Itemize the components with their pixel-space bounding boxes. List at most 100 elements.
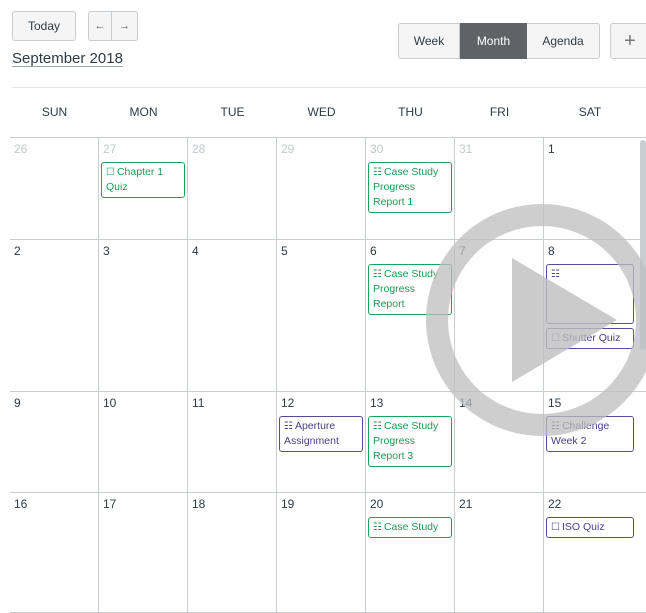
day-cell[interactable]: 9 (10, 392, 99, 492)
day-cell[interactable]: 10 (99, 392, 188, 492)
plus-icon: + (624, 29, 636, 52)
day-cell[interactable]: 7 (455, 240, 544, 391)
event-list: ☷ Aperture Assignment (277, 416, 365, 452)
calendar-event[interactable]: ☷ (546, 264, 634, 324)
day-number[interactable]: 26 (14, 142, 27, 156)
calendar-event[interactable]: ☷ Case Study (368, 517, 452, 538)
day-cell[interactable]: 3 (99, 240, 188, 391)
day-number[interactable]: 14 (459, 396, 472, 410)
day-number[interactable]: 9 (14, 396, 21, 410)
day-cell[interactable]: 30 ☷ Case Study Progress Report 1 (366, 138, 455, 239)
quiz-icon: ☐ (106, 167, 115, 178)
next-month-button[interactable]: → (112, 11, 138, 41)
calendar-event[interactable]: ☷ Case Study Progress Report 1 (368, 162, 452, 213)
day-number[interactable]: 1 (548, 142, 555, 156)
scrollbar-thumb[interactable] (640, 140, 646, 350)
day-cell[interactable]: 15 ☷ Challenge Week 2 (544, 392, 636, 492)
calendar-event[interactable]: ☷ Challenge Week 2 (546, 416, 634, 452)
view-agenda-button[interactable]: Agenda (527, 23, 600, 59)
day-number[interactable]: 4 (192, 244, 199, 258)
day-number[interactable]: 11 (192, 396, 204, 410)
day-cell[interactable]: 28 (188, 138, 277, 239)
month-title[interactable]: September 2018 (12, 50, 123, 67)
day-cell[interactable]: 13 ☷ Case Study Progress Report 3 (366, 392, 455, 492)
previous-month-button[interactable]: ← (88, 11, 112, 41)
calendar-event[interactable]: ☷ Case Study Progress Report 3 (368, 416, 452, 467)
event-title: Case Study Progress Report (373, 268, 439, 310)
view-month-button[interactable]: Month (460, 23, 527, 59)
event-list: ☷ Case Study Progress Report (366, 264, 454, 315)
day-number[interactable]: 30 (370, 142, 383, 156)
day-cell[interactable]: 5 (277, 240, 366, 391)
calendar-event[interactable]: ☷ Case Study Progress Report (368, 264, 452, 315)
quiz-icon: ☐ (551, 522, 560, 533)
calendar-event[interactable]: ☐ Shutter Quiz (546, 328, 634, 349)
day-number[interactable]: 18 (192, 497, 205, 511)
day-number[interactable]: 7 (459, 244, 466, 258)
day-cell[interactable]: 4 (188, 240, 277, 391)
day-number[interactable]: 15 (548, 396, 561, 410)
assignment-icon: ☷ (373, 167, 382, 178)
event-title: Case Study Progress Report 1 (373, 166, 439, 208)
day-number[interactable]: 17 (103, 497, 116, 511)
day-number[interactable]: 2 (14, 244, 21, 258)
day-number[interactable]: 19 (281, 497, 294, 511)
day-number[interactable]: 5 (281, 244, 288, 258)
weekday-header-sat: SAT (578, 105, 602, 119)
day-number[interactable]: 8 (548, 244, 555, 258)
day-cell[interactable]: 31 (455, 138, 544, 239)
weekday-header-tue: TUE (220, 105, 245, 119)
day-number[interactable]: 10 (103, 396, 116, 410)
day-number[interactable]: 22 (548, 497, 561, 511)
day-cell[interactable]: 6 ☷ Case Study Progress Report (366, 240, 455, 391)
month-grid: SUN MON TUE WED THU FRI SAT 26 27 ☐ Chapter 1 Qui… (10, 88, 646, 613)
day-cell[interactable]: 16 (10, 493, 99, 612)
day-number[interactable]: 6 (370, 244, 377, 258)
day-cell[interactable]: 29 (277, 138, 366, 239)
day-number[interactable]: 3 (103, 244, 110, 258)
day-cell[interactable]: 21 (455, 493, 544, 612)
assignment-icon: ☷ (551, 421, 560, 432)
day-cell[interactable]: 2 (10, 240, 99, 391)
day-number[interactable]: 28 (192, 142, 205, 156)
weekday-header-row: SUN MON TUE WED THU FRI SAT (10, 88, 646, 138)
weekday-header-sun: SUN (41, 105, 68, 119)
arrow-right-icon: → (119, 20, 130, 32)
event-list: ☷ Case Study Progress Report 1 (366, 162, 454, 213)
assignment-icon: ☷ (284, 421, 293, 432)
day-cell[interactable]: 22 ☐ ISO Quiz (544, 493, 636, 612)
day-number[interactable]: 20 (370, 497, 383, 511)
day-cell[interactable]: 1 (544, 138, 636, 239)
weekday-header-fri: FRI (489, 105, 510, 119)
calendar-event[interactable]: ☷ Aperture Assignment (279, 416, 363, 452)
day-number[interactable]: 29 (281, 142, 294, 156)
day-cell[interactable]: 11 (188, 392, 277, 492)
day-cell[interactable]: 18 (188, 493, 277, 612)
day-cell[interactable]: 8 ☷ ☐ Shutter Quiz (544, 240, 636, 391)
assignment-icon: ☷ (373, 421, 382, 432)
day-number[interactable]: 27 (103, 142, 116, 156)
calendar-event[interactable]: ☐ Chapter 1 Quiz (101, 162, 185, 198)
assignment-icon: ☷ (373, 522, 382, 533)
day-number[interactable]: 31 (459, 142, 472, 156)
day-number[interactable]: 16 (14, 497, 27, 511)
week-row: 16 17 18 19 20 ☷ Case Study 21 22 ☐ ISO Quiz (10, 493, 646, 613)
day-cell[interactable]: 20 ☷ Case Study (366, 493, 455, 612)
day-number[interactable]: 21 (459, 497, 472, 511)
day-cell[interactable]: 27 ☐ Chapter 1 Quiz (99, 138, 188, 239)
day-number[interactable]: 13 (370, 396, 383, 410)
assignment-icon: ☷ (551, 269, 560, 280)
day-cell[interactable]: 19 (277, 493, 366, 612)
day-number[interactable]: 12 (281, 396, 294, 410)
today-button[interactable]: Today (12, 11, 76, 41)
day-cell[interactable]: 14 (455, 392, 544, 492)
view-week-button[interactable]: Week (398, 23, 460, 59)
add-event-button[interactable]: + (610, 23, 646, 59)
day-cell[interactable]: 12 ☷ Aperture Assignment (277, 392, 366, 492)
week-row: 2 3 4 5 6 ☷ Case Study Progress Report 7 8 ☷ ☐ Shut… (10, 240, 646, 392)
calendar-event[interactable]: ☐ ISO Quiz (546, 517, 634, 538)
assignment-icon: ☷ (373, 269, 382, 280)
day-cell[interactable]: 17 (99, 493, 188, 612)
day-cell[interactable]: 26 (10, 138, 99, 239)
event-list: ☷ ☐ Shutter Quiz (544, 264, 636, 349)
